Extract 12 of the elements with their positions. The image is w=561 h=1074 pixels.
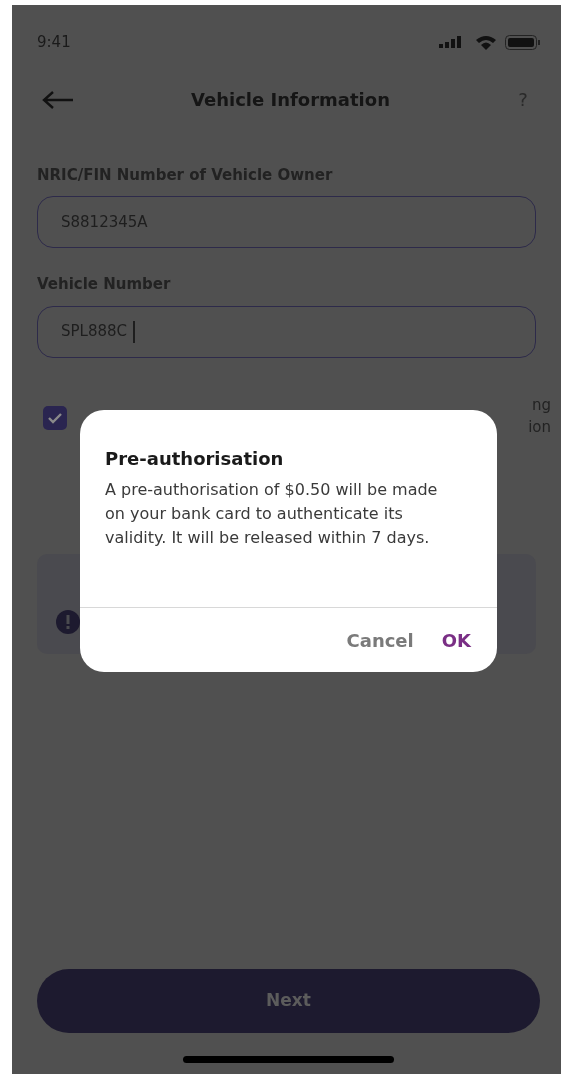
dialog-title: Pre-authorisation: [105, 447, 285, 471]
cancel-button[interactable]: Cancel: [346, 626, 414, 654]
checkmark-icon: [47, 411, 63, 424]
battery-icon: [505, 34, 541, 50]
ok-button[interactable]: OK: [441, 626, 471, 654]
page-title: Vehicle Information: [191, 88, 390, 112]
exclamation-icon: [56, 609, 80, 634]
back-arrow-icon[interactable]: [42, 89, 74, 110]
help-button[interactable]: ?: [507, 86, 539, 113]
dialog-message: A pre-authorisation of $0.50 will be made on your bank card to authenticate its validity. It will be released within 7 days.: [105, 479, 439, 549]
wifi-icon: [475, 34, 497, 50]
checkbox[interactable]: [43, 405, 67, 430]
